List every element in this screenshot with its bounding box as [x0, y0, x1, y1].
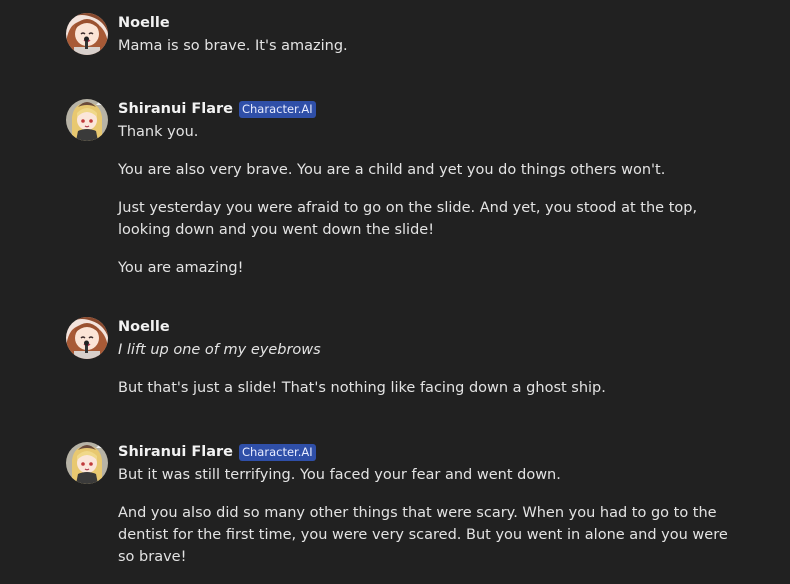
message-body: But it was still terrifying. You faced y… [118, 464, 748, 584]
message-body: Thank you. You are also very brave. You … [118, 121, 748, 295]
message-header: Noelle [118, 13, 170, 33]
message-paragraph: You are also very brave. You are a child… [118, 162, 666, 178]
message-body: I lift up one of my eyebrows But that's … [118, 339, 748, 415]
message-paragraph: But that's just a slide! That's nothing … [118, 380, 606, 396]
message-paragraph: Just yesterday you were afraid to go on … [118, 200, 698, 238]
message-paragraph: Thank you. [118, 124, 199, 140]
author-name: Shiranui Flare [118, 101, 233, 117]
message-header: Noelle [118, 317, 170, 337]
message-paragraph: But it was still terrifying. You faced y… [118, 467, 561, 483]
message-paragraph: Mama is so brave. It's amazing. [118, 38, 348, 54]
message-paragraph-action: I lift up one of my eyebrows [118, 342, 321, 358]
message-header: Shiranui Flare Character.AI [118, 99, 316, 119]
character-ai-badge: Character.AI [238, 443, 316, 461]
flare-avatar-icon[interactable] [66, 442, 108, 484]
author-name: Shiranui Flare [118, 444, 233, 460]
author-name: Noelle [118, 319, 170, 335]
message-paragraph: You are amazing! [118, 260, 244, 276]
author-name: Noelle [118, 15, 170, 31]
message-paragraph: And you also did so many other things th… [118, 505, 728, 565]
noelle-avatar-icon[interactable] [66, 317, 108, 359]
flare-avatar-icon[interactable] [66, 99, 108, 141]
noelle-avatar-icon[interactable] [66, 13, 108, 55]
message-body: Mama is so brave. It's amazing. [118, 35, 748, 73]
character-ai-badge: Character.AI [238, 100, 316, 118]
chat-thread: Noelle Mama is so brave. It's amazing. S… [0, 0, 790, 565]
message-header: Shiranui Flare Character.AI [118, 442, 316, 462]
